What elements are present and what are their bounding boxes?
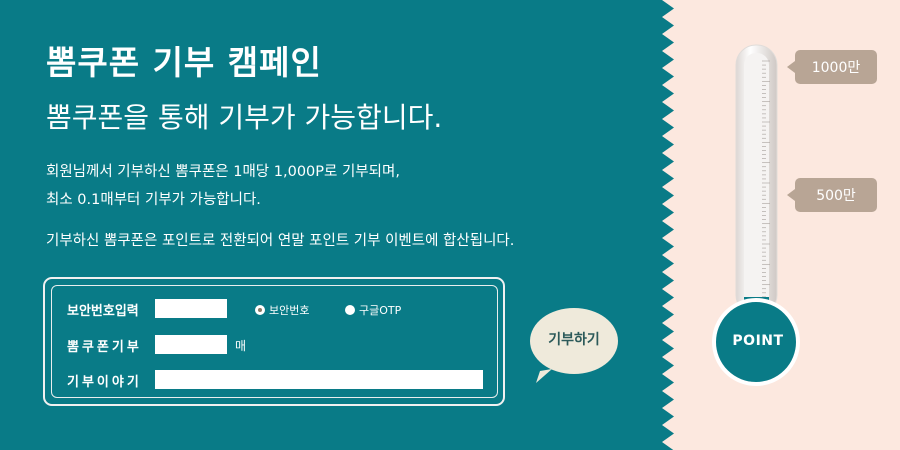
donation-banner: 뽐쿠폰 기부 캠페인 뽐쿠폰을 통해 기부가 가능합니다. 회원님께서 기부하신… (0, 0, 900, 450)
campaign-subtitle: 뽐쿠폰을 통해 기부가 가능합니다. (46, 101, 443, 134)
radio-unselected-icon (345, 305, 355, 315)
description-line-1: 회원님께서 기부하신 뽐쿠폰은 1매당 1,000P로 기부되며, (46, 164, 400, 180)
description-line-3: 기부하신 뽐쿠폰은 포인트로 전환되어 연말 포인트 기부 이벤트에 합산됩니다… (46, 233, 515, 249)
speech-bubble-tail (536, 369, 552, 383)
security-number-label: 보안번호입력 (67, 304, 139, 319)
thermometer-bulb-label: POINT (732, 333, 784, 349)
donate-button-label[interactable]: 기부하기 (528, 329, 620, 349)
campaign-title: 뽐쿠폰 기부 캠페인 (46, 43, 322, 82)
donation-story-label: 기부이야기 (67, 375, 142, 390)
description-line-2: 최소 0.1매부터 기부가 가능합니다. (46, 192, 261, 208)
radio-security-number-label: 보안번호 (269, 304, 310, 317)
coupon-unit: 매 (235, 339, 247, 353)
thermometer-mid-tag: 500만 (787, 178, 877, 212)
donation-story-input[interactable] (155, 370, 483, 389)
coupon-count-input[interactable] (155, 335, 227, 354)
radio-selected-icon (255, 305, 265, 315)
coupon-donation-label: 뽐쿠폰기부 (67, 340, 142, 355)
thermometer-inner (744, 53, 769, 315)
radio-security-number[interactable]: 보안번호 (255, 302, 309, 318)
thermometer-max-tag: 1000만 (787, 50, 877, 84)
zigzag-edge (660, 0, 674, 450)
radio-google-otp-label: 구글OTP (359, 304, 402, 317)
security-number-input[interactable] (155, 299, 227, 318)
radio-google-otp[interactable]: 구글OTP (345, 302, 401, 318)
